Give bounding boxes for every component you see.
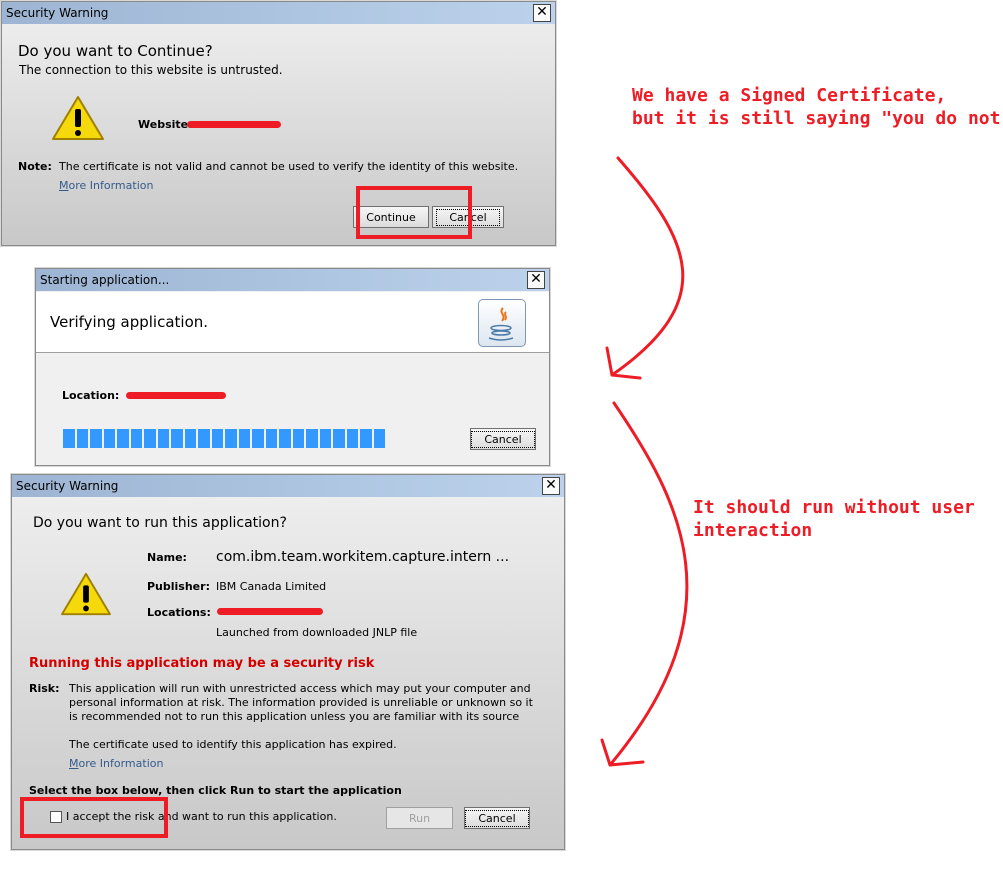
annotation-arrows bbox=[600, 156, 689, 767]
arrow-1 bbox=[605, 156, 685, 380]
arrow-2 bbox=[600, 401, 689, 767]
